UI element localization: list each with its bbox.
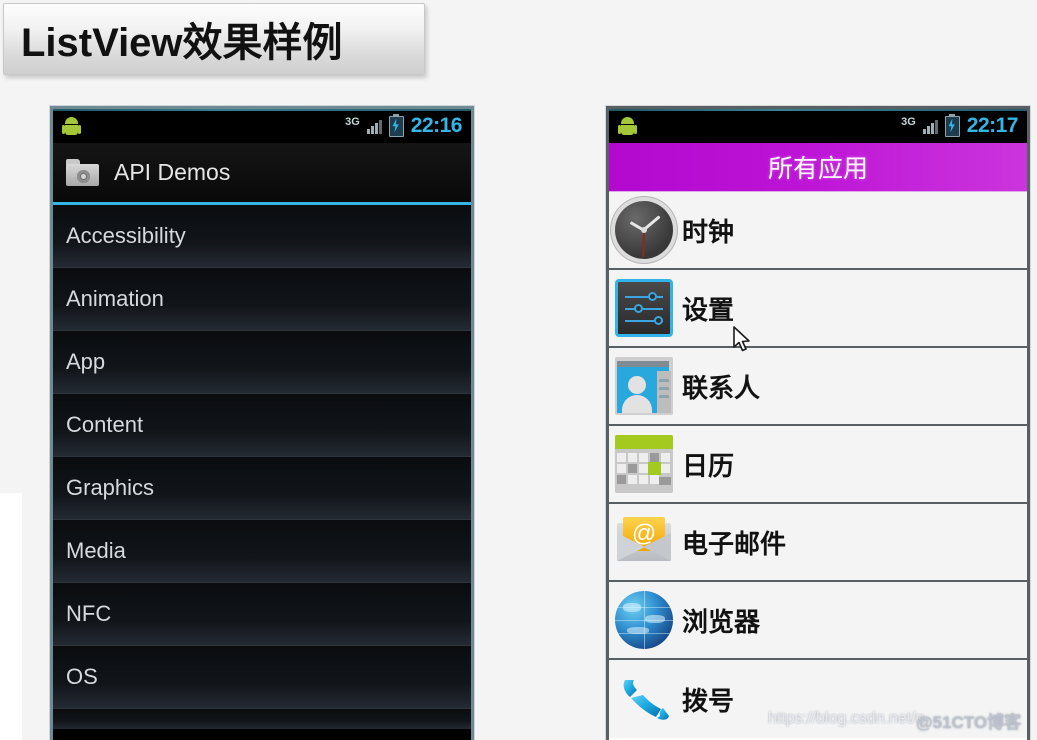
list-item[interactable]: Graphics — [53, 457, 471, 520]
list-item[interactable]: OS — [53, 646, 471, 709]
network-type-label: 3G — [901, 115, 916, 128]
all-apps-list[interactable]: 时钟 设置 联系人 日历 @ 电子邮件 浏览器 拨号 — [609, 192, 1027, 738]
list-item[interactable]: App — [53, 331, 471, 394]
email-envelope-icon: @ — [615, 513, 673, 571]
white-background-block — [0, 493, 22, 740]
list-item-label: OS — [66, 664, 98, 689]
android-robot-icon — [618, 116, 637, 136]
phone-handset-icon — [615, 670, 673, 728]
app-label: 浏览器 — [682, 606, 761, 637]
battery-charging-icon — [388, 113, 404, 137]
app-label: 日历 — [682, 450, 735, 481]
signal-bars-icon — [922, 119, 938, 134]
list-item[interactable]: Content — [53, 394, 471, 457]
contacts-person-icon — [615, 357, 673, 415]
app-label: 拨号 — [682, 685, 735, 716]
app-label: 时钟 — [682, 216, 735, 247]
page-title-banner: ListView效果样例 — [3, 3, 425, 75]
app-list-item[interactable]: 设置 — [609, 270, 1027, 348]
android-robot-icon — [62, 116, 81, 136]
app-list-item[interactable]: 日历 — [609, 426, 1027, 504]
list-item[interactable]: Media — [53, 520, 471, 583]
list-item-label: NFC — [66, 601, 112, 626]
right-phone-screenshot: 3G 22:17 所有应用 时钟 设置 联系人 日历 @ 电子邮件 浏览器 拨号 — [606, 106, 1030, 740]
browser-globe-icon — [615, 591, 673, 649]
api-demos-list[interactable]: Accessibility Animation App Content Grap… — [53, 205, 471, 729]
app-list-item[interactable]: @ 电子邮件 — [609, 504, 1027, 582]
list-item[interactable]: Accessibility — [53, 205, 471, 268]
battery-charging-icon — [944, 113, 960, 137]
left-phone-screenshot: 3G 22:16 API Demos Accessibility Animati… — [50, 106, 474, 740]
watermark: https://blog.csdn.net/q @51CTO博客 — [768, 710, 1021, 732]
list-item-partial[interactable] — [53, 709, 471, 729]
network-type-label: 3G — [345, 115, 360, 128]
left-status-bar: 3G 22:16 — [53, 109, 471, 143]
list-item-label: Graphics — [66, 475, 155, 500]
app-list-item[interactable]: 时钟 — [609, 192, 1027, 270]
watermark-overlay: @51CTO博客 — [916, 713, 1022, 732]
list-item-label: Media — [66, 538, 126, 563]
right-status-bar: 3G 22:17 — [609, 109, 1027, 143]
app-label: 联系人 — [682, 372, 761, 403]
list-item[interactable]: NFC — [53, 583, 471, 646]
app-label: 设置 — [682, 294, 735, 325]
status-bar-clock: 22:16 — [410, 114, 463, 137]
status-bar-clock: 22:17 — [966, 114, 1019, 137]
left-action-bar: API Demos — [53, 143, 471, 205]
clock-icon — [615, 201, 673, 259]
all-apps-title: 所有应用 — [767, 155, 868, 183]
all-apps-header: 所有应用 — [609, 143, 1027, 192]
calendar-icon — [615, 435, 673, 493]
action-bar-title: API Demos — [114, 159, 231, 185]
list-item[interactable]: Animation — [53, 268, 471, 331]
list-item-label: Animation — [66, 286, 164, 311]
app-label: 电子邮件 — [682, 528, 787, 559]
list-item-label: App — [66, 349, 106, 374]
settings-sliders-icon — [615, 279, 673, 337]
page-title: ListView效果样例 — [21, 21, 343, 65]
folder-gear-icon — [66, 159, 99, 186]
list-item-label: Accessibility — [66, 223, 186, 248]
list-item-label: Content — [66, 412, 144, 437]
app-list-item[interactable]: 浏览器 — [609, 582, 1027, 660]
app-list-item[interactable]: 联系人 — [609, 348, 1027, 426]
watermark-url: https://blog.csdn.net/q — [768, 710, 925, 727]
signal-bars-icon — [366, 119, 382, 134]
